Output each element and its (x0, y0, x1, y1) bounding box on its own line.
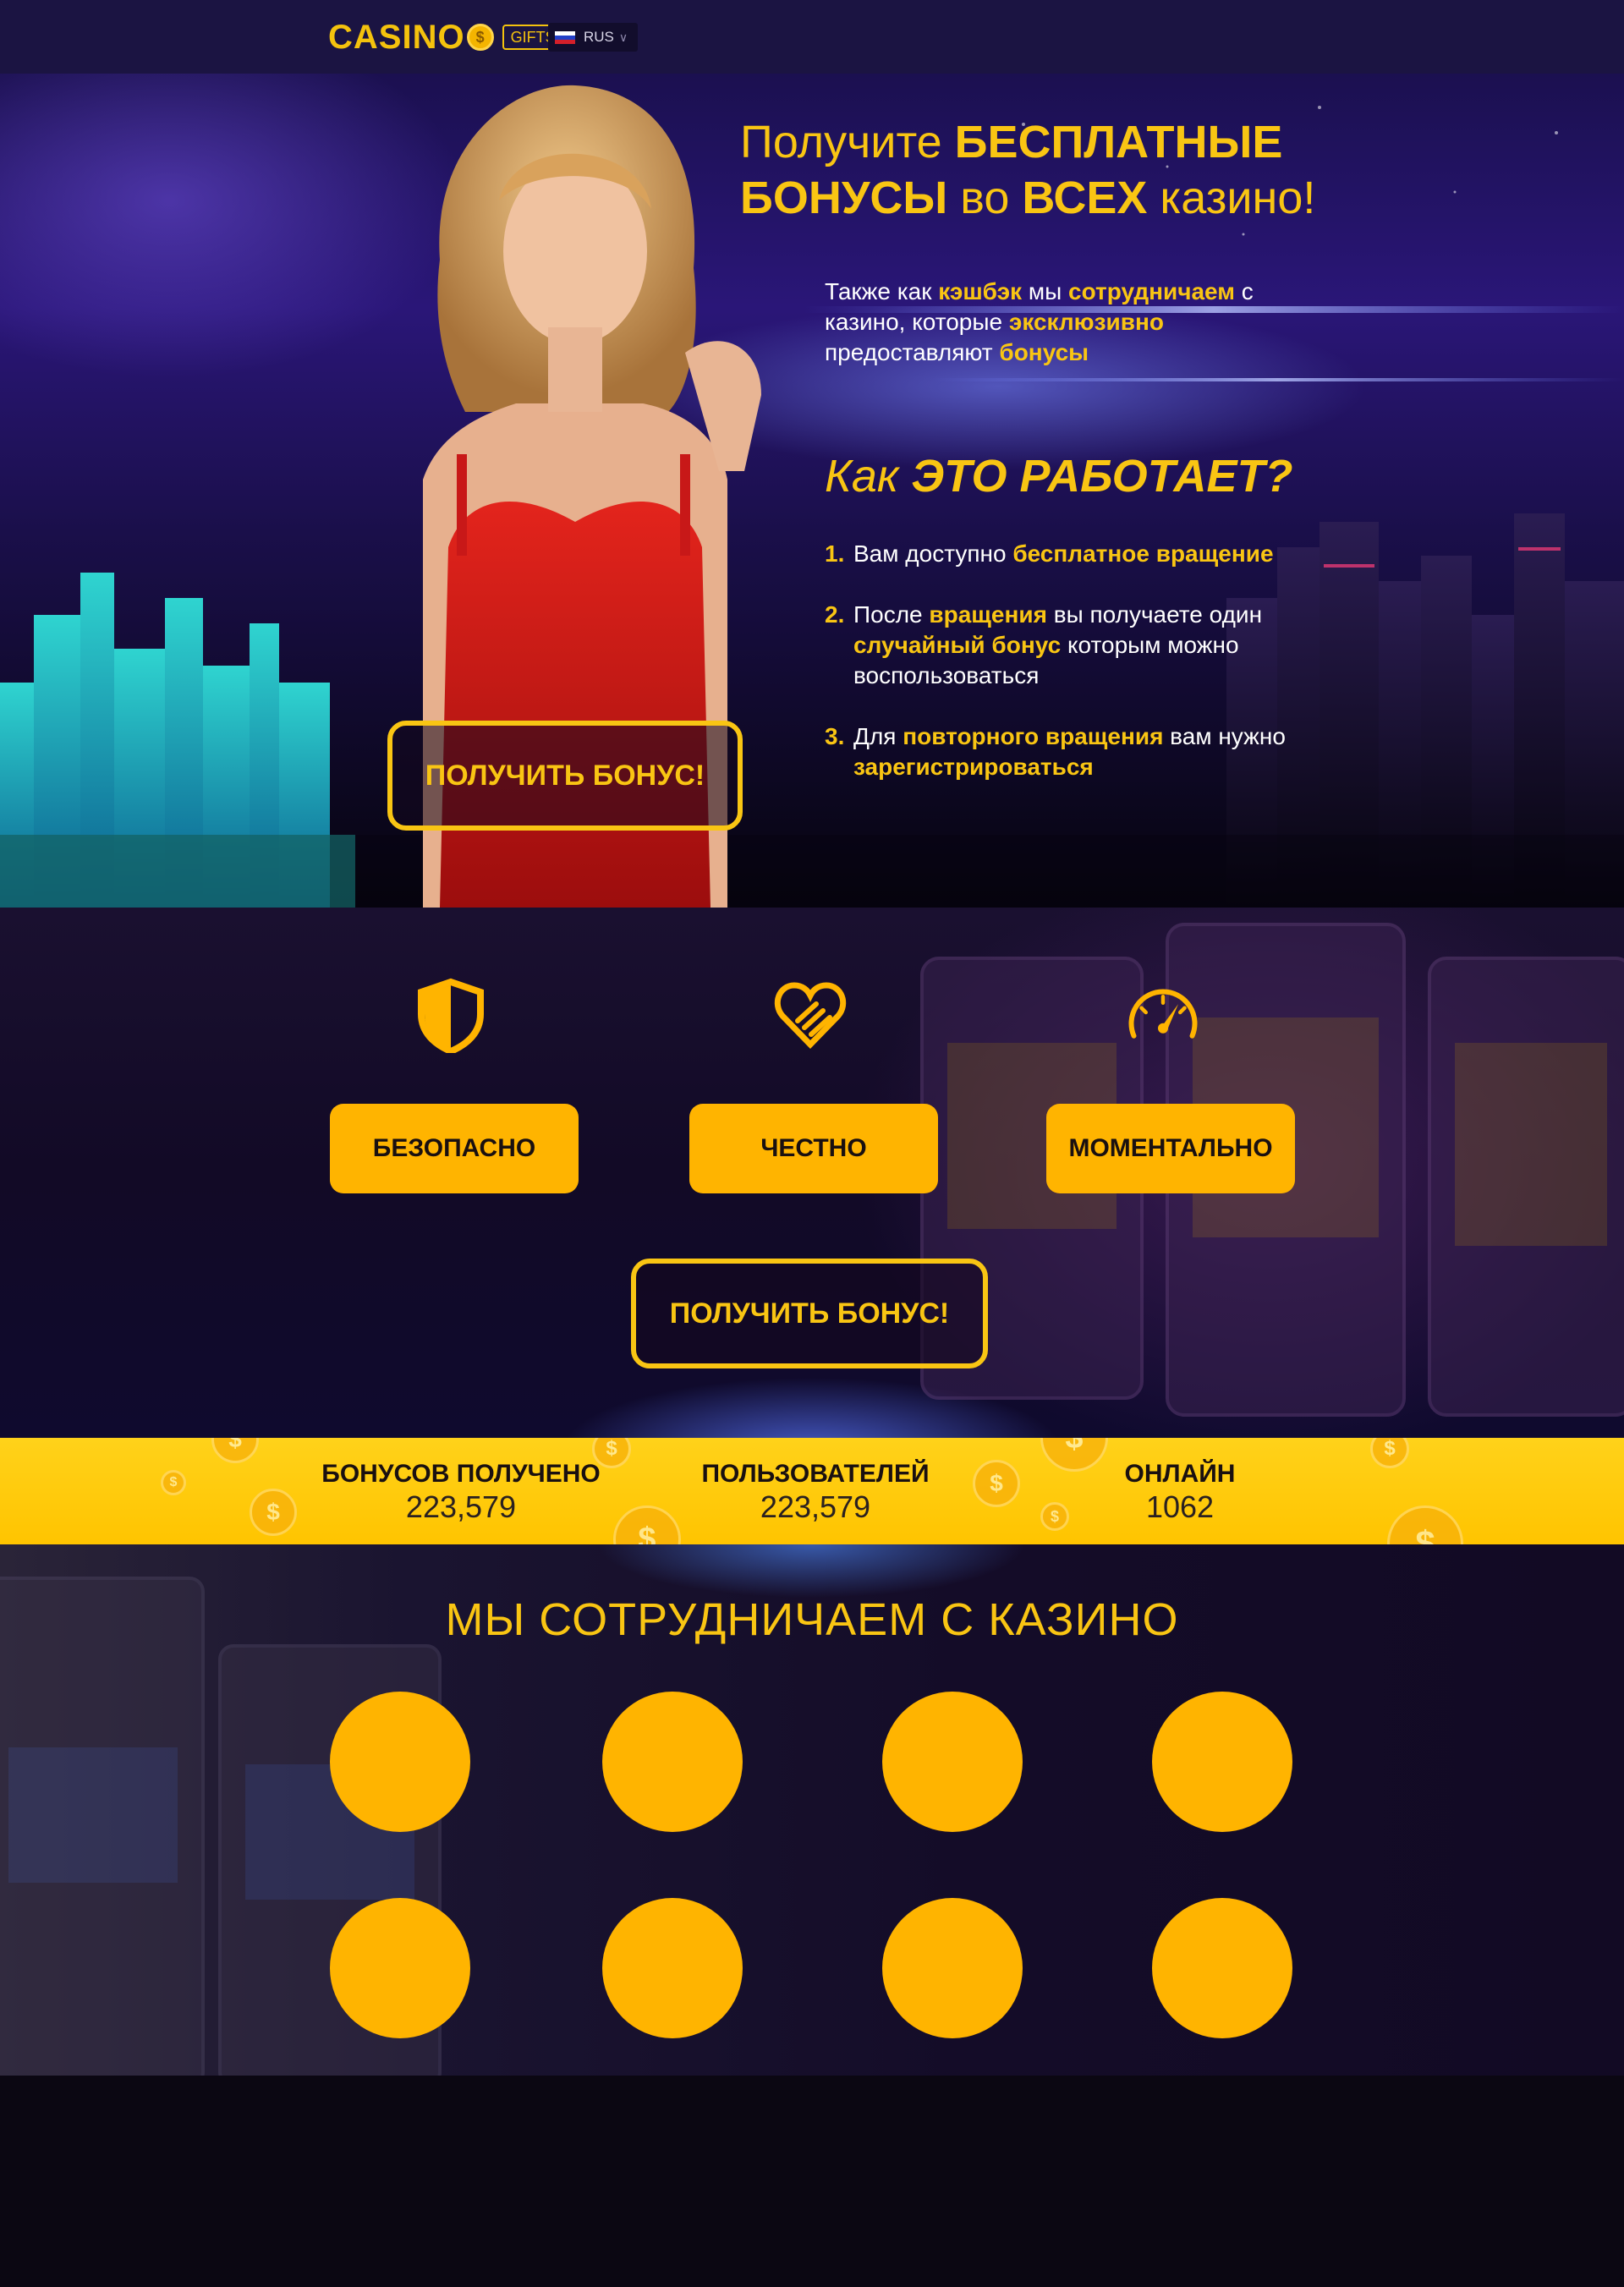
logo-text: CASINO (328, 18, 465, 56)
stats-bar: $ $ $ $ $ $ $ $ $ $ БОНУСОВ ПОЛУЧЕНО 223… (0, 1438, 1624, 1544)
stat-value: 223,579 (405, 1489, 517, 1524)
stat-label: ПОЛЬЗОВАТЕЛЕЙ (701, 1460, 930, 1488)
partner-logo[interactable] (602, 1692, 743, 1832)
partner-logo[interactable] (330, 1692, 470, 1832)
partners-section: МЫ СОТРУДНИЧАЕМ С КАЗИНО (0, 1544, 1624, 2076)
step-item: 3. Для повторного вращения вам нужно зар… (825, 723, 1286, 780)
page-bottom-area (0, 2076, 1624, 2287)
partner-logo[interactable] (882, 1898, 1023, 2038)
logo[interactable]: CASINO $ GIFTS (328, 19, 564, 56)
coin-icon: $ (466, 24, 494, 51)
stat-users: ПОЛЬЗОВАТЕЛЕЙ 223,579 (672, 1460, 959, 1526)
stat-value: 1062 (1145, 1489, 1215, 1524)
step-item: 2. После вращения вы получаете один случ… (825, 601, 1263, 688)
coin-icon: $ (211, 1438, 259, 1463)
hero-section: Получите БЕСПЛАТНЫЕ БОНУСЫ во ВСЕХ казин… (0, 74, 1624, 908)
heart-hand-icon (774, 982, 847, 1050)
stat-label: БОНУСОВ ПОЛУЧЕНО (321, 1460, 601, 1488)
partner-logo[interactable] (1152, 1692, 1292, 1832)
feature-safe-button[interactable]: БЕЗОПАСНО (330, 1104, 579, 1193)
hero-title: Получите БЕСПЛАТНЫЕ БОНУСЫ во ВСЕХ казин… (740, 117, 1316, 223)
russia-flag-icon (555, 30, 575, 44)
coin-icon: $ (161, 1470, 186, 1495)
partner-logo[interactable] (1152, 1898, 1292, 2038)
language-selector[interactable]: RUS ∨ (548, 23, 638, 52)
hero-description: Также как кэшбэк мы сотрудничаем с казин… (825, 278, 1254, 365)
step-item: 1. Вам доступно бесплатное вращение (825, 540, 1274, 567)
partner-logo[interactable] (882, 1692, 1023, 1832)
coin-icon: $ (1370, 1438, 1409, 1468)
stat-online: ОНЛАЙН 1062 (1036, 1460, 1324, 1526)
feature-instant-button[interactable]: МОМЕНТАЛЬНО (1046, 1104, 1295, 1193)
stat-label: ОНЛАЙН (1124, 1460, 1236, 1488)
shield-icon (418, 978, 484, 1053)
partners-title: МЫ СОТРУДНИЧАЕМ С КАЗИНО (445, 1594, 1179, 1645)
get-bonus-button-secondary[interactable]: ПОЛУЧИТЬ БОНУС! (631, 1259, 988, 1368)
get-bonus-button[interactable]: ПОЛУЧИТЬ БОНУС! (387, 721, 743, 831)
coin-icon: $ (973, 1460, 1020, 1507)
stat-value: 223,579 (760, 1489, 871, 1524)
language-label: RUS (584, 29, 614, 45)
coin-icon: $ (250, 1489, 297, 1536)
coin-icon: $ (1387, 1505, 1463, 1544)
features-section: БЕЗОПАСНО ЧЕСТНО МОМЕНТАЛЬНО ПОЛУЧИТЬ БО… (0, 908, 1624, 1438)
stat-bonuses: БОНУСОВ ПОЛУЧЕНО 223,579 (317, 1460, 605, 1526)
partner-logo[interactable] (602, 1898, 743, 2038)
partner-logo[interactable] (330, 1898, 470, 2038)
feature-fair-button[interactable]: ЧЕСТНО (689, 1104, 938, 1193)
site-header: CASINO $ GIFTS RUS ∨ (0, 0, 1624, 74)
speedometer-icon (1128, 989, 1198, 1039)
coin-icon: $ (613, 1505, 681, 1544)
chevron-down-icon: ∨ (618, 30, 628, 44)
how-it-works-title: Как ЭТО РАБОТАЕТ? (825, 451, 1293, 502)
steps-list: 1. Вам доступно бесплатное вращение 2. П… (825, 539, 1315, 813)
